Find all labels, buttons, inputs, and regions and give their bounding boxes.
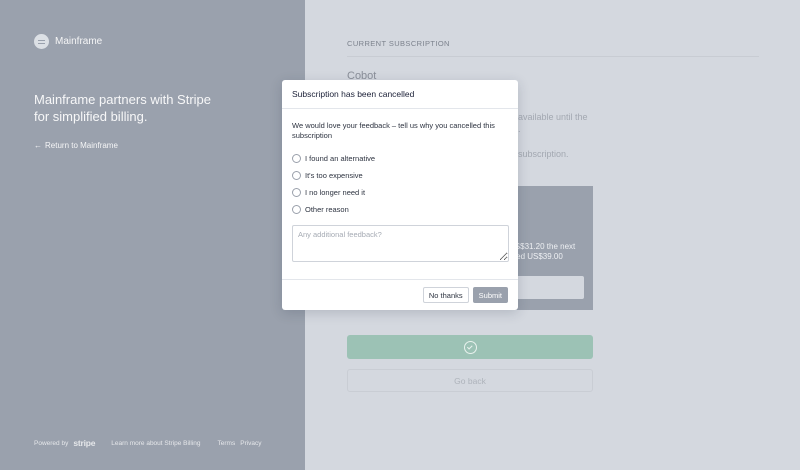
reason-label: Other reason bbox=[305, 205, 349, 214]
terms-link[interactable]: Terms bbox=[218, 440, 236, 447]
divider bbox=[347, 56, 759, 57]
section-label: CURRENT SUBSCRIPTION bbox=[347, 39, 450, 48]
brand-name: Mainframe bbox=[55, 36, 103, 47]
stripe-logo[interactable]: stripe bbox=[73, 438, 95, 448]
cancellation-feedback-modal: Subscription has been cancelled We would… bbox=[282, 80, 518, 310]
radio-button[interactable] bbox=[292, 188, 301, 197]
brand-tagline: Mainframe partners with Stripe for simpl… bbox=[34, 92, 212, 124]
additional-feedback-input[interactable] bbox=[292, 225, 509, 262]
plan-availability-line-1: available until the bbox=[518, 112, 588, 122]
reason-option-alternative[interactable]: I found an alternative bbox=[292, 150, 508, 167]
return-link-label: Return to Mainframe bbox=[45, 141, 118, 150]
radio-button[interactable] bbox=[292, 154, 301, 163]
reason-label: I found an alternative bbox=[305, 154, 376, 163]
modal-footer: No thanks Submit bbox=[282, 279, 518, 310]
privacy-link[interactable]: Privacy bbox=[240, 440, 261, 447]
subscription-text: subscription. bbox=[518, 149, 569, 159]
billing-summary-line-1: US$31.20 the next bbox=[509, 242, 576, 251]
billing-card-field[interactable] bbox=[509, 276, 584, 299]
reason-option-other[interactable]: Other reason bbox=[292, 201, 508, 218]
plan-availability-line-2: . bbox=[518, 124, 521, 134]
radio-button[interactable] bbox=[292, 205, 301, 214]
modal-body: We would love your feedback – tell us wh… bbox=[282, 109, 518, 262]
mainframe-logo-icon bbox=[34, 34, 49, 49]
feedback-prompt: We would love your feedback – tell us wh… bbox=[292, 121, 495, 140]
go-back-button[interactable]: Go back bbox=[347, 369, 593, 392]
return-link[interactable]: ← Return to Mainframe bbox=[34, 141, 118, 150]
plan-availability-text: available until the . bbox=[518, 111, 588, 135]
powered-by-text: Powered by bbox=[34, 439, 69, 447]
billing-summary-line-2: rged US$39.00 bbox=[509, 251, 563, 261]
brand-panel: Mainframe Mainframe partners with Stripe… bbox=[0, 0, 305, 470]
page-heading-partial bbox=[347, 0, 352, 11]
footer: Powered by stripe Learn more about Strip… bbox=[34, 438, 262, 448]
billing-summary-text: US$31.20 the next rged US$39.00 bbox=[509, 242, 575, 261]
modal-title: Subscription has been cancelled bbox=[282, 80, 518, 109]
learn-more-link[interactable]: Learn more about Stripe Billing bbox=[111, 440, 200, 447]
confirm-button[interactable] bbox=[347, 335, 593, 359]
submit-button[interactable]: Submit bbox=[472, 287, 508, 303]
reason-option-expensive[interactable]: It's too expensive bbox=[292, 167, 508, 184]
reason-option-no-longer-needed[interactable]: I no longer need it bbox=[292, 184, 508, 201]
reason-label: I no longer need it bbox=[305, 188, 366, 197]
reason-label: It's too expensive bbox=[305, 171, 363, 180]
radio-button[interactable] bbox=[292, 171, 301, 180]
no-thanks-button[interactable]: No thanks bbox=[422, 287, 469, 303]
arrow-left-icon: ← bbox=[34, 141, 42, 150]
check-circle-icon bbox=[463, 340, 477, 354]
brand-header: Mainframe bbox=[34, 34, 102, 49]
